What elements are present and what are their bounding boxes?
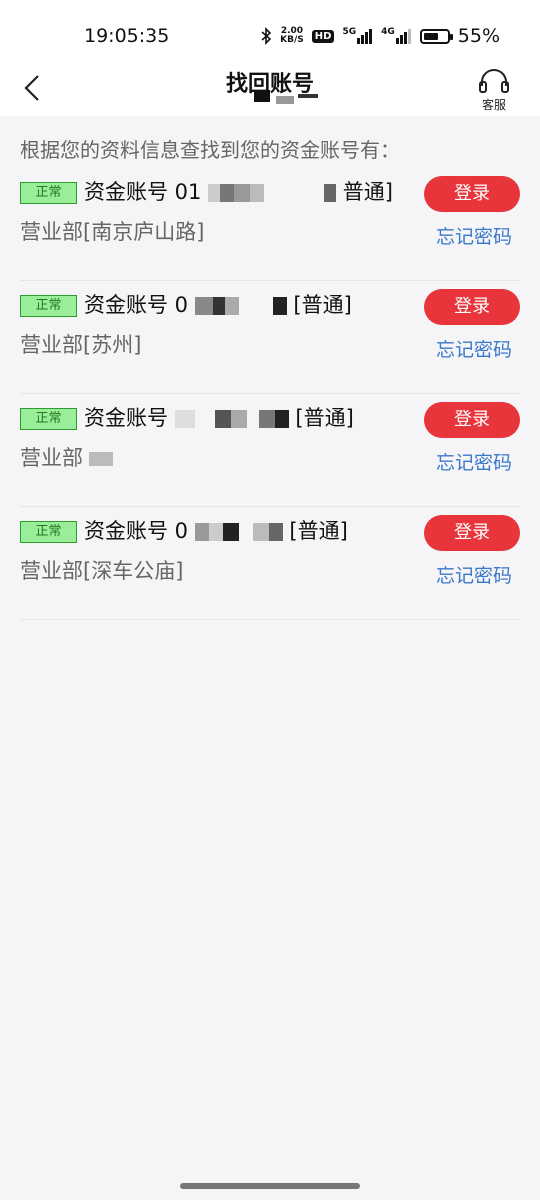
- account-number: 资金账号 0 [普通]: [84, 293, 352, 317]
- customer-service-label: 客服: [481, 98, 506, 112]
- branch-label: 营业部[深车公庙]: [20, 559, 184, 583]
- branch-label: 营业部[苏州]: [20, 333, 142, 357]
- status-bar: 19:05:35 2.00 KB/S HD 5G 4G 55%: [0, 0, 540, 60]
- forgot-password-link[interactable]: 忘记密码: [436, 561, 512, 588]
- login-button[interactable]: 登录: [424, 289, 520, 325]
- login-button[interactable]: 登录: [424, 402, 520, 438]
- redacted-block: [174, 410, 195, 428]
- branch-label: 营业部[南京庐山路]: [20, 220, 205, 244]
- forgot-password-link[interactable]: 忘记密码: [436, 335, 512, 362]
- redacted-block: [194, 523, 209, 541]
- status-time: 19:05:35: [84, 25, 170, 47]
- battery-icon: [419, 28, 453, 44]
- status-badge: 正常: [20, 182, 77, 204]
- signal-4g-icon: 4G: [381, 28, 412, 44]
- account-list-section: 根据您的资料信息查找到您的资金账号有： 正常 资金账号 01 普通] 营业部[南…: [0, 116, 540, 620]
- status-badge: 正常: [20, 521, 77, 543]
- forgot-password-link[interactable]: 忘记密码: [436, 222, 512, 249]
- status-badge: 正常: [20, 295, 77, 317]
- intro-text: 根据您的资料信息查找到您的资金账号有：: [20, 138, 400, 162]
- account-number: 资金账号 0 [普通]: [84, 519, 348, 543]
- nav-bar: 找回账号 客服: [0, 60, 540, 116]
- home-indicator[interactable]: [180, 1183, 360, 1189]
- bluetooth-icon: [261, 27, 272, 45]
- login-button[interactable]: 登录: [424, 176, 520, 212]
- account-item: 正常 资金账号 0 [普通] 营业部[苏州] 登录 忘记密码: [20, 281, 520, 394]
- battery-percent: 55%: [457, 25, 500, 47]
- redacted-block: [194, 297, 213, 315]
- headset-icon: [479, 69, 509, 93]
- signal-5g-icon: 5G: [342, 28, 373, 44]
- account-number: 资金账号 [普通]: [84, 406, 354, 430]
- status-badge: 正常: [20, 408, 77, 430]
- redacted-block: [208, 184, 221, 202]
- status-icons: 2.00 KB/S HD 5G 4G 55%: [260, 22, 500, 50]
- title-redaction: [226, 90, 318, 110]
- branch-label: 营业部: [20, 442, 113, 472]
- account-item: 正常 资金账号 0 [普通] 营业部[深车公庙] 登录 忘记密码: [20, 507, 520, 620]
- login-button[interactable]: 登录: [424, 515, 520, 551]
- hd-icon: HD: [311, 29, 335, 43]
- account-item: 正常 资金账号 01 普通] 营业部[南京庐山路] 登录 忘记密码: [20, 168, 520, 281]
- customer-service-button[interactable]: 客服: [474, 68, 514, 112]
- account-number: 资金账号 01 普通]: [84, 180, 393, 204]
- account-item: 正常 资金账号 [普通] 营业部 登录 忘记密码: [20, 394, 520, 507]
- forgot-password-link[interactable]: 忘记密码: [436, 448, 512, 475]
- redacted-block: [89, 452, 113, 466]
- net-speed: 2.00 KB/S: [280, 26, 304, 45]
